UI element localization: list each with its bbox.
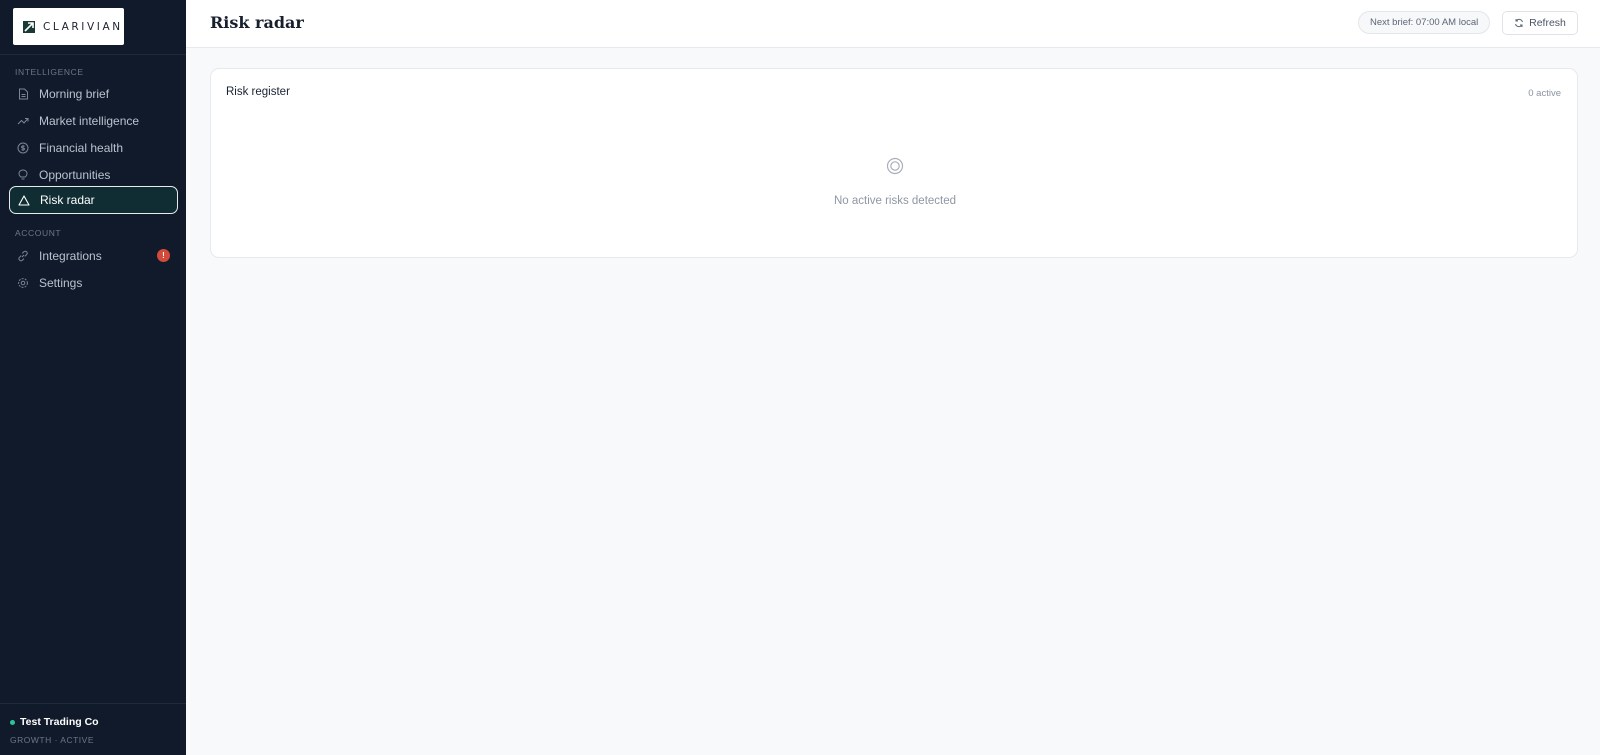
sidebar-item-settings[interactable]: Settings [9, 269, 178, 297]
risk-register-card: Risk register 0 active No active risks d… [210, 68, 1578, 258]
alert-badge: ! [157, 249, 170, 262]
sidebar-item-label: Morning brief [39, 87, 110, 101]
sidebar-item-risk-radar[interactable]: Risk radar [9, 186, 178, 214]
logo-mark-icon [23, 20, 35, 33]
sidebar-item-integrations[interactable]: Integrations ! [9, 242, 178, 270]
sidebar-item-label: Market intelligence [39, 114, 140, 128]
link-icon [16, 249, 30, 263]
refresh-label: Refresh [1529, 17, 1566, 29]
next-brief-pill: Next brief: 07:00 AM local [1358, 11, 1491, 34]
brand-logo[interactable]: CLARIVIAN [13, 8, 124, 45]
warning-triangle-icon [17, 193, 31, 207]
gear-icon [16, 276, 30, 290]
empty-state-icon [886, 157, 904, 180]
sidebar-item-financial-health[interactable]: Financial health [9, 134, 178, 162]
sidebar-item-label: Settings [39, 276, 83, 290]
active-count: 0 active [1528, 88, 1561, 99]
sidebar-item-market-intelligence[interactable]: Market intelligence [9, 107, 178, 135]
section-label-intelligence: INTELLIGENCE [15, 67, 84, 77]
sidebar-divider [0, 54, 186, 55]
empty-state-message: No active risks detected [833, 195, 957, 207]
org-status: GROWTH · ACTIVE [10, 735, 94, 745]
sidebar-item-opportunities[interactable]: Opportunities [9, 161, 178, 189]
sidebar-item-label: Risk radar [40, 193, 95, 207]
page-title: Risk radar [210, 13, 304, 32]
sidebar-footer-divider [0, 703, 186, 704]
trending-up-icon [16, 114, 30, 128]
refresh-button[interactable]: Refresh [1502, 11, 1578, 35]
section-label-account: ACCOUNT [15, 228, 62, 238]
dollar-circle-icon [16, 141, 30, 155]
lightbulb-icon [16, 168, 30, 182]
sidebar: CLARIVIAN INTELLIGENCE Morning brief Mar… [0, 0, 186, 755]
sidebar-item-label: Opportunities [39, 168, 111, 182]
document-icon [16, 87, 30, 101]
org-name[interactable]: Test Trading Co [10, 716, 99, 728]
top-bar: Risk radar Next brief: 07:00 AM local Re… [186, 0, 1600, 48]
sidebar-item-label: Integrations [39, 249, 102, 263]
card-title: Risk register [226, 86, 290, 98]
status-dot-icon [10, 719, 15, 725]
org-name-label: Test Trading Co [20, 716, 99, 728]
brand-name: CLARIVIAN [43, 20, 123, 33]
sidebar-item-label: Financial health [39, 141, 124, 155]
refresh-icon [1514, 18, 1524, 28]
sidebar-item-morning-brief[interactable]: Morning brief [9, 80, 178, 108]
